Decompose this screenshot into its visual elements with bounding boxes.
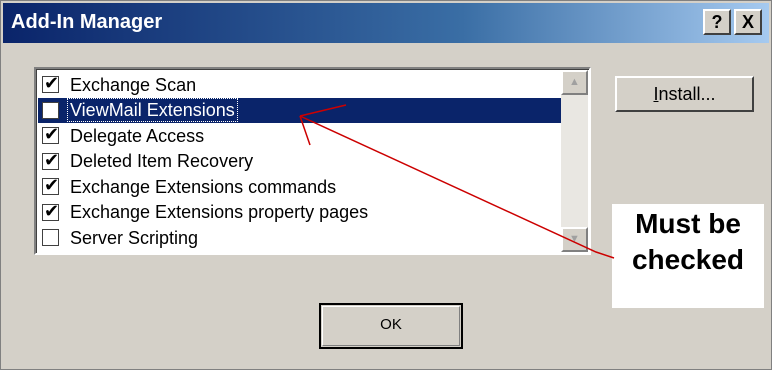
addin-checkbox[interactable]: ✔ — [42, 175, 60, 196]
ok-button[interactable]: OK — [319, 303, 463, 349]
checkmark-icon: ✔ — [44, 149, 60, 170]
addin-checkbox[interactable] — [42, 229, 59, 247]
addin-checkbox[interactable]: ✔ — [42, 149, 60, 170]
checkmark-icon: ✔ — [44, 200, 60, 221]
checkmark-icon: ✔ — [44, 73, 60, 94]
checkmark-icon: ✔ — [44, 124, 60, 145]
addin-row-exchange-scan[interactable]: ✔ Exchange Scan — [38, 72, 562, 98]
checkmark-icon: ✔ — [44, 175, 60, 196]
addin-label: ViewMail Extensions — [67, 98, 238, 123]
addin-label: Deleted Item Recovery — [70, 151, 254, 172]
addin-checkbox[interactable]: ✔ — [42, 200, 60, 221]
addin-checkbox[interactable] — [42, 101, 59, 119]
addin-row-delegate-access[interactable]: ✔ Delegate Access — [38, 123, 562, 149]
title-bar[interactable]: Add-In Manager ? X — [3, 3, 769, 43]
addin-label: Delegate Access — [70, 125, 205, 146]
window-title: Add-In Manager — [11, 11, 163, 33]
addin-label: Exchange Extensions commands — [70, 176, 337, 197]
annotation-text: Must be checked — [631, 208, 745, 275]
addin-label: Server Scripting — [70, 227, 199, 248]
addin-checkbox[interactable]: ✔ — [42, 73, 60, 94]
install-button[interactable]: Install... — [615, 76, 754, 112]
help-button[interactable]: ? — [703, 9, 731, 35]
addin-row-server-scripting[interactable]: Server Scripting — [38, 225, 562, 251]
install-label: nstall... — [658, 84, 716, 104]
close-button[interactable]: X — [734, 9, 762, 35]
addin-row-viewmail-extensions[interactable]: ViewMail Extensions — [38, 97, 562, 123]
addin-checkbox[interactable]: ✔ — [42, 124, 60, 145]
addin-label: Exchange Scan — [70, 74, 197, 95]
addin-row-exchange-extensions-property-pages[interactable]: ✔ Exchange Extensions property pages — [38, 200, 562, 226]
annotation-callout: Must be checked — [612, 204, 764, 308]
addin-listbox[interactable]: ✔ Exchange Scan ViewMail Extensions ✔ De… — [34, 67, 591, 255]
addin-list: ✔ Exchange Scan ViewMail Extensions ✔ De… — [38, 72, 562, 251]
addin-label: Exchange Extensions property pages — [70, 202, 369, 223]
list-scrollbar[interactable]: ▲ ▼ — [561, 70, 588, 252]
addin-row-exchange-extensions-commands[interactable]: ✔ Exchange Extensions commands — [38, 174, 562, 200]
addin-row-deleted-item-recovery[interactable]: ✔ Deleted Item Recovery — [38, 149, 562, 175]
scroll-down-arrow-icon[interactable]: ▼ — [561, 227, 588, 252]
scroll-up-arrow-icon[interactable]: ▲ — [561, 70, 588, 95]
add-in-manager-dialog: Add-In Manager ? X ✔ Exchange Scan ViewM… — [0, 0, 772, 370]
